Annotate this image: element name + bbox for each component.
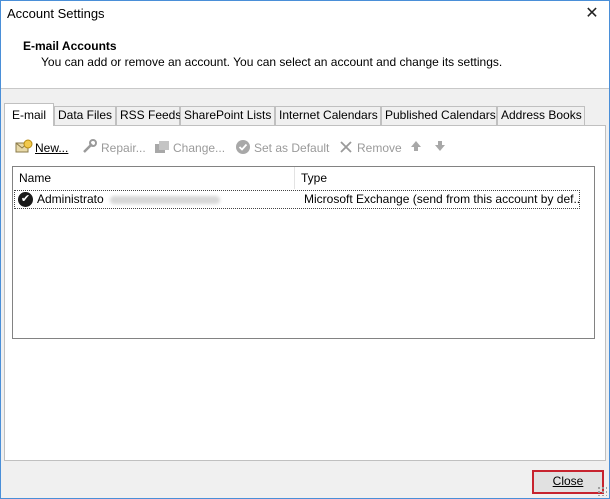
arrow-down-icon	[431, 139, 449, 157]
move-up-button[interactable]	[407, 137, 427, 159]
tab-data-files[interactable]: Data Files	[54, 106, 116, 125]
account-toolbar: New... Repair... Change... Set as Defaul…	[15, 137, 575, 159]
email-tab-panel: New... Repair... Change... Set as Defaul…	[4, 125, 606, 461]
set-default-button-label: Set as Default	[254, 141, 330, 155]
arrow-up-icon	[407, 139, 425, 157]
repair-icon	[81, 139, 99, 157]
accounts-list[interactable]: Name Type ✔ Administrato Microsoft Excha…	[12, 166, 595, 339]
change-button[interactable]: Change...	[153, 137, 225, 159]
section-title: E-mail Accounts	[23, 39, 117, 53]
default-account-check-icon: ✔	[18, 192, 33, 207]
title-bar: Account Settings ✕	[1, 1, 609, 28]
window-close-icon[interactable]: ✕	[581, 3, 603, 25]
tab-sharepoint-lists[interactable]: SharePoint Lists	[180, 106, 275, 125]
redacted-email	[109, 195, 220, 204]
repair-button-label: Repair...	[101, 141, 146, 155]
set-default-button[interactable]: Set as Default	[234, 137, 329, 159]
remove-x-icon	[337, 139, 355, 157]
new-account-icon	[15, 139, 33, 157]
dialog-header: E-mail Accounts You can add or remove an…	[1, 28, 609, 89]
tab-address-books[interactable]: Address Books	[497, 106, 585, 125]
move-down-button[interactable]	[431, 137, 451, 159]
remove-button-label: Remove	[357, 141, 402, 155]
account-row[interactable]: ✔ Administrato Microsoft Exchange (send …	[14, 190, 580, 209]
remove-button[interactable]: Remove	[337, 137, 402, 159]
account-type-cell: Microsoft Exchange (send from this accou…	[304, 192, 579, 206]
new-button-label: New...	[35, 141, 69, 155]
account-settings-dialog: Account Settings ✕ E-mail Accounts You c…	[0, 0, 610, 499]
close-button[interactable]: Close	[532, 470, 604, 494]
tab-rss-feeds[interactable]: RSS Feeds	[116, 106, 181, 125]
tab-published-calendars[interactable]: Published Calendars	[381, 106, 497, 125]
account-name-cell: Administrato	[37, 191, 292, 208]
list-header: Name Type	[13, 167, 594, 189]
change-button-label: Change...	[173, 141, 226, 155]
new-account-button[interactable]: New...	[15, 137, 68, 159]
resize-grip[interactable]	[597, 486, 607, 496]
column-header-name[interactable]: Name	[13, 167, 295, 189]
checkmark-circle-icon	[234, 139, 252, 157]
column-header-type[interactable]: Type	[295, 167, 594, 189]
change-icon	[153, 139, 171, 157]
tab-internet-calendars[interactable]: Internet Calendars	[275, 106, 381, 125]
section-description: You can add or remove an account. You ca…	[41, 55, 503, 69]
account-name: Administrato	[37, 192, 104, 206]
tab-strip: E-mail Data Files RSS Feeds SharePoint L…	[4, 103, 608, 126]
repair-button[interactable]: Repair...	[81, 137, 146, 159]
window-title: Account Settings	[7, 6, 105, 21]
close-button-label: Close	[552, 474, 584, 488]
tab-email[interactable]: E-mail	[4, 103, 54, 126]
